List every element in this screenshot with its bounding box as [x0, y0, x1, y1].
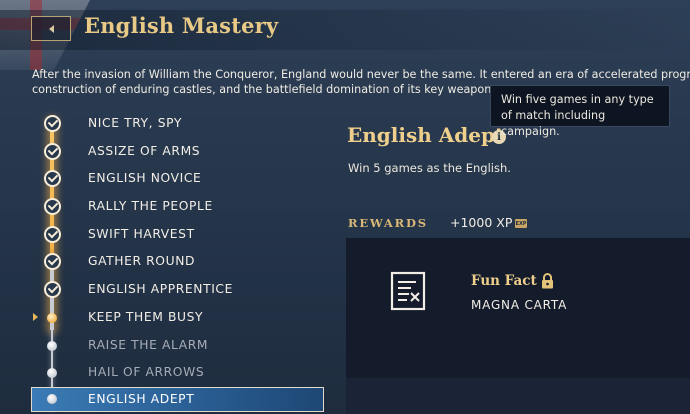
achievement-label: SWIFT HARVEST	[88, 227, 195, 241]
achievement-label: ASSIZE OF ARMS	[88, 144, 201, 158]
achievement-english-novice[interactable]: ENGLISH NOVICE	[0, 168, 325, 192]
achievement-title: English Adept	[347, 123, 505, 147]
achievement-label: GATHER ROUND	[88, 254, 196, 268]
achievement-swift-harvest[interactable]: SWIFT HARVEST	[0, 224, 325, 248]
xp-badge-icon: EXP	[515, 219, 527, 228]
achievement-keep-them-busy[interactable]: KEEP THEM BUSY	[0, 307, 325, 331]
checkmark-icon	[44, 170, 61, 187]
achievement-label: ENGLISH NOVICE	[88, 171, 202, 185]
achievement-gather-round[interactable]: GATHER ROUND	[0, 251, 325, 275]
achievement-label: RAISE THE ALARM	[88, 338, 209, 352]
locked-dot-icon	[47, 394, 57, 404]
checkmark-icon	[44, 226, 61, 243]
scroll-document-icon	[390, 271, 426, 311]
locked-dot-icon	[47, 368, 57, 378]
checkmark-icon	[44, 143, 61, 160]
achievement-label: ENGLISH ADEPT	[88, 392, 195, 406]
checkmark-icon	[44, 115, 61, 132]
checkmark-icon	[44, 281, 61, 298]
achievement-assize-of-arms[interactable]: ASSIZE OF ARMS	[0, 141, 325, 165]
achievement-label: HAIL OF ARROWS	[88, 365, 205, 379]
checkmark-icon	[44, 198, 61, 215]
info-tooltip: Win five games in any type of match incl…	[490, 85, 670, 138]
achievement-description: Win 5 games as the English.	[348, 161, 511, 175]
back-button[interactable]	[31, 16, 71, 41]
achievement-english-apprentice[interactable]: ENGLISH APPRENTICE	[0, 279, 325, 303]
reward-panel	[346, 238, 690, 414]
reward-panel-footer	[346, 378, 690, 414]
achievement-rally-the-people[interactable]: RALLY THE PEOPLE	[0, 196, 325, 220]
achievement-label: ENGLISH APPRENTICE	[88, 282, 233, 296]
achievement-raise-the-alarm[interactable]: RAISE THE ALARM	[0, 335, 325, 359]
locked-dot-icon	[47, 341, 57, 351]
progress-dot-icon	[47, 313, 57, 323]
achievement-english-adept[interactable]: ENGLISH ADEPT	[31, 387, 324, 412]
rewards-label: REWARDS	[348, 216, 428, 230]
achievement-label: RALLY THE PEOPLE	[88, 199, 213, 213]
intro-line-1: After the invasion of William the Conque…	[32, 68, 690, 81]
chevron-left-icon	[48, 24, 54, 33]
page-title: English Mastery	[84, 13, 279, 38]
achievement-nice-try-spy[interactable]: NICE TRY, SPY	[0, 113, 325, 137]
achievement-label: NICE TRY, SPY	[88, 116, 182, 130]
reward-subtitle: MAGNA CARTA	[471, 298, 568, 312]
checkmark-icon	[44, 253, 61, 270]
lock-icon	[542, 273, 553, 289]
xp-reward: +1000 XP	[450, 215, 513, 230]
achievement-label: KEEP THEM BUSY	[88, 310, 204, 324]
reward-name: Fun Fact	[471, 273, 537, 289]
achievement-hail-of-arrows[interactable]: HAIL OF ARROWS	[0, 362, 325, 386]
current-pointer-icon	[33, 313, 38, 321]
